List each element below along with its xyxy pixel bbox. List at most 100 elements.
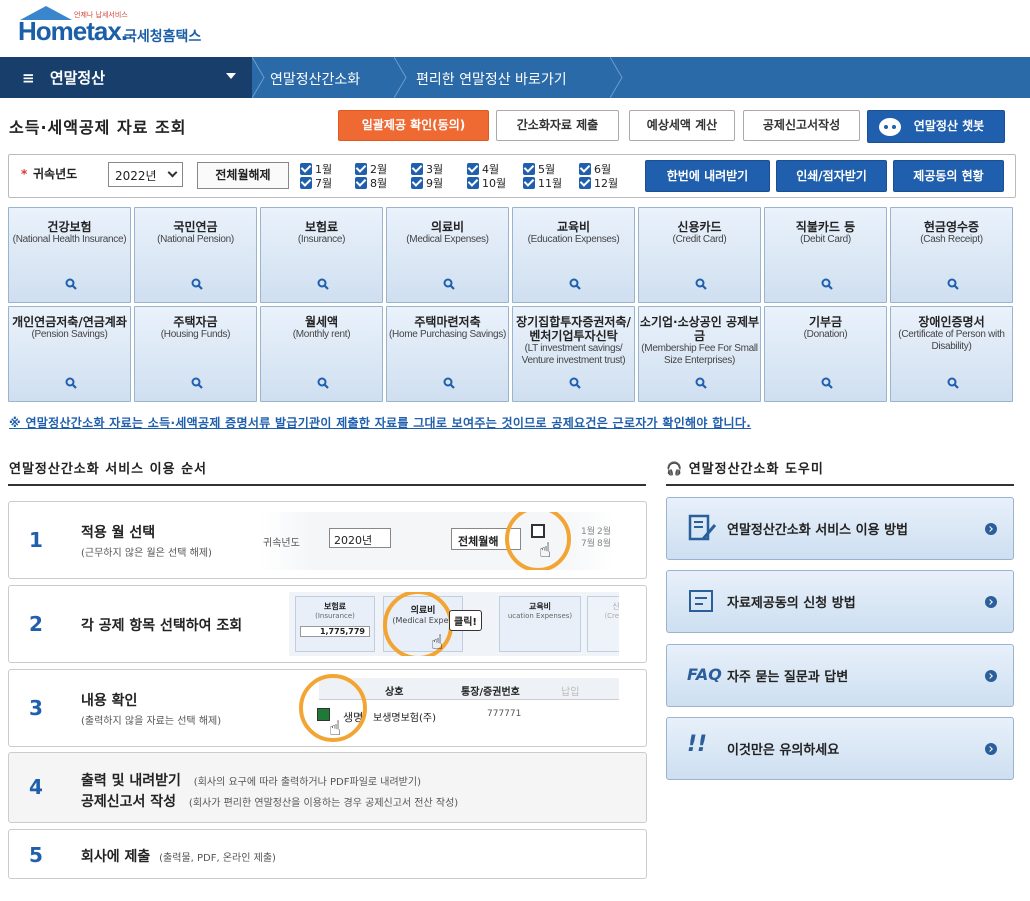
- nav-menu-dropdown[interactable]: ≡ 연말정산: [0, 57, 252, 98]
- estimate-tax-button[interactable]: 예상세액 계산: [629, 110, 735, 141]
- checkbox-checked-icon[interactable]: [411, 177, 423, 189]
- category-tile[interactable]: 신용카드 (Credit Card): [638, 207, 761, 303]
- chevron-down-icon: [226, 73, 236, 79]
- breadcrumb-shortcut[interactable]: 편리한 연말정산 바로가기: [416, 57, 567, 98]
- helper-divider: [666, 484, 1014, 486]
- category-tile[interactable]: 장애인증명서 (Certificate of Person with Disabi…: [890, 306, 1013, 402]
- step-note: (회사의 요구에 따라 출력하거나 PDF파일로 내려받기): [193, 777, 421, 788]
- illus-row-number: 777771: [487, 709, 522, 719]
- category-tile[interactable]: 의료비 (Medical Expenses): [386, 207, 509, 303]
- illus-tile-insurance: 보험료 (Insurance) 1,775,779: [295, 596, 375, 652]
- print-braille-button[interactable]: 인쇄/점자받기: [776, 160, 887, 192]
- click-tooltip: 클릭!: [449, 610, 482, 631]
- month-checkbox-8[interactable]: 8월: [355, 177, 387, 191]
- category-tile[interactable]: 교육비 (Education Expenses): [512, 207, 635, 303]
- step-2: 2 각 공제 항목 선택하여 조회 보험료 (Insurance) 1,775,…: [8, 585, 647, 663]
- exclamation-icon: !!: [687, 732, 708, 757]
- category-tile[interactable]: 국민연금 (National Pension): [134, 207, 257, 303]
- category-tile[interactable]: 현금영수증 (Cash Receipt): [890, 207, 1013, 303]
- month-label: 8월: [370, 177, 388, 190]
- checkbox-checked-icon[interactable]: [467, 177, 479, 189]
- checkbox-checked-icon[interactable]: [411, 163, 423, 175]
- category-tile[interactable]: 개인연금저축/연금계좌 (Pension Savings): [8, 306, 131, 402]
- illus-tile-en: (Insurance): [315, 612, 355, 620]
- search-icon: [569, 377, 581, 389]
- help-label: 연말정산간소화 서비스 이용 방법: [727, 523, 909, 538]
- month-checkbox-9[interactable]: 9월: [411, 177, 443, 191]
- help-caution[interactable]: !! 이것만은 유의하세요: [666, 717, 1014, 780]
- illus-tile-value: 1,775,779: [300, 626, 370, 637]
- month-label: 12월: [594, 177, 619, 190]
- checkbox-checked-icon[interactable]: [523, 163, 535, 175]
- month-label: 2월: [370, 163, 388, 176]
- search-icon: [191, 377, 203, 389]
- category-english: (National Pension): [157, 234, 234, 245]
- checkbox-checked-icon[interactable]: [579, 163, 591, 175]
- illus-row-company: 보생명보험(주): [373, 713, 437, 724]
- checkbox-checked-icon[interactable]: [355, 177, 367, 189]
- month-checkbox-11[interactable]: 11월: [523, 177, 562, 191]
- help-usage-method[interactable]: 연말정산간소화 서비스 이용 방법: [666, 497, 1014, 560]
- checkbox-checked-icon[interactable]: [300, 163, 312, 175]
- search-icon: [65, 377, 77, 389]
- search-icon: [191, 278, 203, 290]
- step-heading-line1: 회사에 제출: [81, 849, 151, 865]
- category-tile[interactable]: 건강보험 (National Health Insurance): [8, 207, 131, 303]
- checkbox-checked-icon[interactable]: [579, 177, 591, 189]
- step-5: 5 회사에 제출 (출력물, PDF, 온라인 제출): [8, 829, 647, 879]
- month-checkbox-12[interactable]: 12월: [579, 177, 618, 191]
- year-label: 귀속년도: [33, 167, 78, 181]
- hometax-logo[interactable]: 언제나 납세서비스 Hometax. 국세청홈택스: [18, 6, 218, 48]
- help-faq[interactable]: FAQ 자주 묻는 질문과 답변: [666, 644, 1014, 707]
- step-note: (회사가 편리한 연말정산을 이용하는 경우 공제신고서 전산 작성): [188, 798, 459, 809]
- illus-checkbox-icon: [531, 524, 545, 538]
- bulk-consent-button[interactable]: 일괄제공 확인(동의): [338, 110, 489, 141]
- month-checkbox-6[interactable]: 6월: [579, 163, 611, 177]
- month-checkbox-1[interactable]: 1월: [300, 163, 332, 177]
- category-tile[interactable]: 주택마련저축 (Home Purchasing Savings): [386, 306, 509, 402]
- unselect-all-months-button[interactable]: 전체월해제: [197, 162, 289, 189]
- filter-bar: * 귀속년도 2022년 전체월해제 1월 2월 3월 4월 5월 6월 7월 8월 9월 10월…: [8, 154, 1016, 198]
- illus-tile-label: 신용카드: [612, 602, 619, 611]
- helper-title-text: 연말정산간소화 도우미: [688, 462, 824, 477]
- category-label: 개인연금저축/연금계좌: [12, 315, 127, 329]
- step-heading-line2: 공제신고서 작성: [81, 794, 177, 810]
- category-tile[interactable]: 직불카드 등 (Debit Card): [764, 207, 887, 303]
- category-label: 의료비: [430, 220, 465, 234]
- help-consent-method[interactable]: 자료제공동의 신청 방법: [666, 570, 1014, 633]
- category-tile[interactable]: 소기업·소상공인 공제부금 (Membership Fee For Small S…: [638, 306, 761, 402]
- month-label: 9월: [426, 177, 444, 190]
- category-tile[interactable]: 주택자금 (Housing Funds): [134, 306, 257, 402]
- page-title: 소득·세액공제 자료 조회: [9, 118, 187, 137]
- category-tile[interactable]: 월세액 (Monthly rent): [260, 306, 383, 402]
- month-checkbox-4[interactable]: 4월: [467, 163, 499, 177]
- checkbox-checked-icon[interactable]: [355, 163, 367, 175]
- search-icon: [821, 278, 833, 290]
- category-label: 기부금: [808, 315, 843, 329]
- download-all-button[interactable]: 한번에 내려받기: [645, 160, 770, 192]
- category-label: 교육비: [556, 220, 591, 234]
- month-checkbox-10[interactable]: 10월: [467, 177, 506, 191]
- consent-status-button[interactable]: 제공동의 현황: [893, 160, 1004, 192]
- step-number: 3: [29, 696, 43, 720]
- deduction-form-button[interactable]: 공제신고서작성: [743, 110, 860, 141]
- year-select[interactable]: 2022년: [108, 162, 183, 187]
- month-checkbox-7[interactable]: 7월: [300, 177, 332, 191]
- month-label: 4월: [482, 163, 500, 176]
- breadcrumb-separator-icon: [394, 57, 407, 98]
- category-tile[interactable]: 기부금 (Donation): [764, 306, 887, 402]
- category-tile[interactable]: 장기집합투자증권저축/벤처기업투자신탁 (LT investment saving…: [512, 306, 635, 402]
- submit-simplified-button[interactable]: 간소화자료 제출: [496, 110, 619, 141]
- month-checkbox-3[interactable]: 3월: [411, 163, 443, 177]
- month-checkbox-2[interactable]: 2월: [355, 163, 387, 177]
- search-icon: [443, 377, 455, 389]
- breadcrumb-simplified[interactable]: 연말정산간소화: [270, 57, 360, 98]
- document-icon: [689, 590, 713, 612]
- deduction-notice: ※ 연말정산간소화 자료는 소득·세액공제 증명서류 발급기관이 제출한 자료를…: [9, 416, 752, 430]
- chatbot-button[interactable]: 연말정산 챗봇: [867, 110, 1005, 143]
- month-checkbox-5[interactable]: 5월: [523, 163, 555, 177]
- category-tile[interactable]: 보험료 (Insurance): [260, 207, 383, 303]
- checkbox-checked-icon[interactable]: [300, 177, 312, 189]
- checkbox-checked-icon[interactable]: [523, 177, 535, 189]
- checkbox-checked-icon[interactable]: [467, 163, 479, 175]
